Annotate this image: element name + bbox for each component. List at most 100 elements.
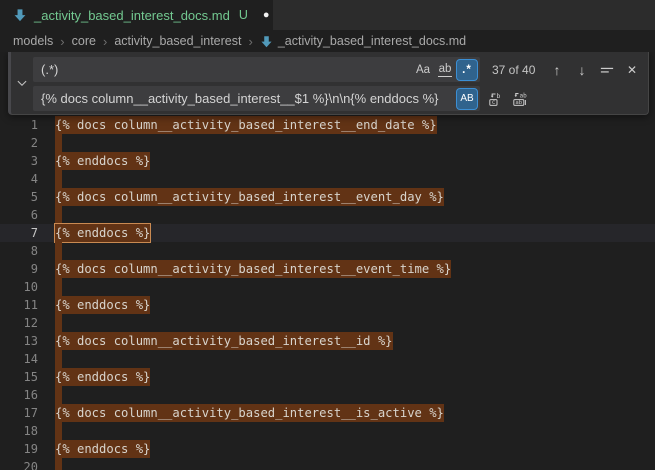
- line-content: [55, 278, 62, 296]
- editor-line-12[interactable]: 12: [0, 314, 655, 332]
- find-input[interactable]: (.*) Aa ab .*: [33, 57, 480, 82]
- line-content: {% enddocs %}: [55, 296, 150, 314]
- editor-line-8[interactable]: 8: [0, 242, 655, 260]
- line-number: 17: [0, 404, 38, 422]
- git-status-badge: U: [239, 8, 248, 22]
- line-number: 19: [0, 440, 38, 458]
- line-number: 8: [0, 242, 38, 260]
- empty-line-find-match: [55, 134, 62, 152]
- empty-line-find-match: [55, 386, 62, 404]
- editor-line-10[interactable]: 10: [0, 278, 655, 296]
- editor-line-6[interactable]: 6: [0, 206, 655, 224]
- replace-input[interactable]: {% docs column__activity_based_interest_…: [33, 86, 480, 111]
- find-match: {% docs column__activity_based_interest_…: [55, 116, 437, 134]
- line-number: 1: [0, 116, 38, 134]
- find-row: (.*) Aa ab .* 37 of 40 ↑ ↓: [33, 57, 644, 82]
- find-match: {% docs column__activity_based_interest_…: [55, 188, 444, 206]
- editor[interactable]: (.*) Aa ab .* 37 of 40 ↑ ↓: [0, 52, 655, 470]
- line-number: 13: [0, 332, 38, 350]
- line-number: 20: [0, 458, 38, 470]
- find-replace-widget: (.*) Aa ab .* 37 of 40 ↑ ↓: [8, 52, 649, 115]
- editor-line-9[interactable]: 9 {% docs column__activity_based_interest…: [0, 260, 655, 278]
- tab-filename: _activity_based_interest_docs.md: [34, 8, 230, 23]
- line-number: 3: [0, 152, 38, 170]
- whole-word-toggle[interactable]: ab: [435, 60, 455, 80]
- find-match: {% docs column__activity_based_interest_…: [55, 260, 451, 278]
- empty-line-find-match: [55, 278, 62, 296]
- line-content: [55, 422, 62, 440]
- svg-text:b: b: [497, 92, 501, 100]
- line-number: 7: [0, 224, 38, 242]
- find-in-selection-button[interactable]: [597, 59, 617, 81]
- line-number: 12: [0, 314, 38, 332]
- line-number: 6: [0, 206, 38, 224]
- toggle-replace-chevron[interactable]: [11, 52, 33, 114]
- find-match: {% enddocs %}: [55, 296, 150, 314]
- next-match-button[interactable]: ↓: [572, 59, 592, 81]
- breadcrumb-file[interactable]: _activity_based_interest_docs.md: [260, 34, 466, 48]
- editor-line-20[interactable]: 20: [0, 458, 655, 470]
- line-content: [55, 134, 62, 152]
- match-case-toggle[interactable]: Aa: [413, 60, 433, 80]
- close-find-button[interactable]: ✕: [622, 59, 642, 81]
- empty-line-find-match: [55, 458, 62, 470]
- line-number: 11: [0, 296, 38, 314]
- breadcrumb-core[interactable]: core: [72, 34, 96, 48]
- svg-text:ab: ab: [520, 92, 528, 99]
- line-content: [55, 458, 62, 470]
- svg-text:c: c: [492, 99, 496, 106]
- line-content: {% docs column__activity_based_interest_…: [55, 188, 444, 206]
- markdown-file-icon: [13, 8, 27, 22]
- line-content: [55, 242, 62, 260]
- chevron-right-icon: ›: [248, 34, 252, 49]
- replace-row: {% docs column__activity_based_interest_…: [33, 86, 644, 111]
- line-number: 10: [0, 278, 38, 296]
- line-content: {% docs column__activity_based_interest_…: [55, 332, 393, 350]
- line-content: [55, 350, 62, 368]
- editor-line-16[interactable]: 16: [0, 386, 655, 404]
- editor-line-17[interactable]: 17 {% docs column__activity_based_interes…: [0, 404, 655, 422]
- find-match: {% enddocs %}: [55, 152, 150, 170]
- editor-line-18[interactable]: 18: [0, 422, 655, 440]
- editor-line-3[interactable]: 3 {% enddocs %}: [0, 152, 655, 170]
- line-number: 18: [0, 422, 38, 440]
- chevron-right-icon: ›: [103, 34, 107, 49]
- replace-one-button[interactable]: b c: [486, 88, 506, 110]
- editor-line-11[interactable]: 11 {% enddocs %}: [0, 296, 655, 314]
- replace-all-button[interactable]: ab ab: [510, 88, 530, 110]
- editor-line-15[interactable]: 15{% enddocs %}: [0, 368, 655, 386]
- breadcrumb-models[interactable]: models: [13, 34, 53, 48]
- preserve-case-toggle[interactable]: AB: [457, 89, 477, 109]
- line-content: {% enddocs %}: [55, 224, 150, 242]
- current-find-match: {% enddocs %}: [55, 224, 150, 242]
- editor-line-5[interactable]: 5 {% docs column__activity_based_interest…: [0, 188, 655, 206]
- empty-line-find-match: [55, 350, 62, 368]
- editor-line-7[interactable]: 7 {% enddocs %}: [0, 224, 655, 242]
- editor-line-1[interactable]: 1 {% docs column__activity_based_interest…: [0, 116, 655, 134]
- find-match: {% enddocs %}: [55, 368, 150, 386]
- empty-line-find-match: [55, 170, 62, 188]
- line-content: {% docs column__activity_based_interest_…: [55, 404, 444, 422]
- regex-toggle[interactable]: .*: [457, 60, 477, 80]
- editor-line-13[interactable]: 13 {% docs column__activity_based_interes…: [0, 332, 655, 350]
- line-content: [55, 386, 62, 404]
- line-number: 9: [0, 260, 38, 278]
- editor-line-14[interactable]: 14: [0, 350, 655, 368]
- find-match: {% enddocs %}: [55, 440, 150, 458]
- line-number: 4: [0, 170, 38, 188]
- breadcrumb-activity-based-interest[interactable]: activity_based_interest: [114, 34, 241, 48]
- line-content: {% enddocs %}: [55, 152, 150, 170]
- line-number: 5: [0, 188, 38, 206]
- editor-line-2[interactable]: 2: [0, 134, 655, 152]
- empty-line-find-match: [55, 422, 62, 440]
- editor-line-4[interactable]: 4: [0, 170, 655, 188]
- line-content: {% enddocs %}: [55, 368, 150, 386]
- unsaved-changes-dot[interactable]: ●: [263, 10, 270, 21]
- replace-value: {% docs column__activity_based_interest_…: [41, 91, 455, 106]
- line-content: [55, 314, 62, 332]
- line-content: [55, 170, 62, 188]
- tab-active-file[interactable]: _activity_based_interest_docs.md U ●: [0, 0, 273, 30]
- editor-line-19[interactable]: 19 {% enddocs %}: [0, 440, 655, 458]
- markdown-file-icon: [260, 35, 273, 48]
- previous-match-button[interactable]: ↑: [547, 59, 567, 81]
